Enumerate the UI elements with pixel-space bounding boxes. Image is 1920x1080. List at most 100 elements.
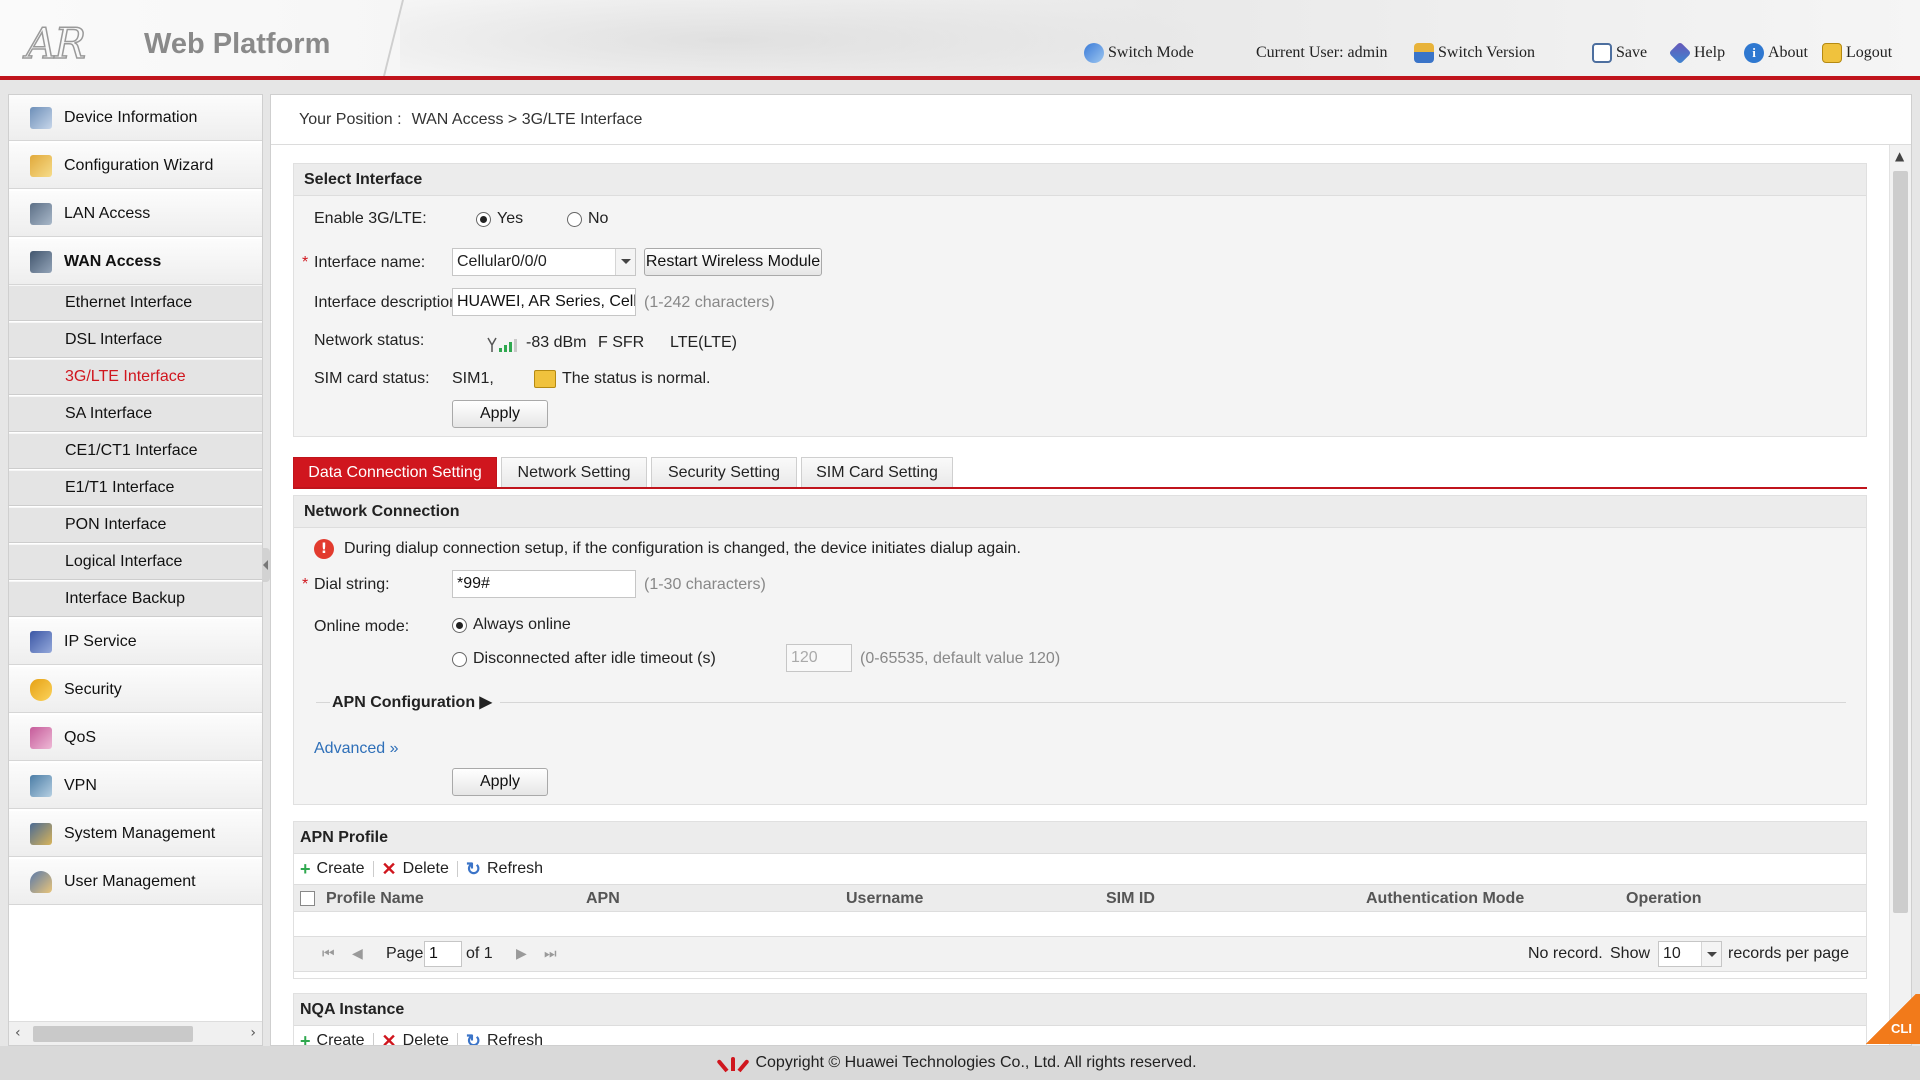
restart-wireless-module-button[interactable]: Restart Wireless Module — [644, 248, 822, 276]
scrollbar-thumb[interactable] — [1893, 171, 1908, 913]
sidebar-item-qos[interactable]: QoS — [9, 715, 262, 761]
divider — [316, 702, 330, 703]
records-per-page-value: 10 — [1663, 945, 1681, 962]
cli-button[interactable]: CLI — [1866, 994, 1920, 1044]
previous-page-icon[interactable]: ◀ — [352, 945, 363, 962]
sidebar-collapse-handle[interactable] — [262, 548, 270, 582]
refresh-button[interactable]: ↻ Refresh — [466, 1031, 543, 1046]
switch-mode-button[interactable]: Switch Mode — [1084, 42, 1194, 64]
apply-button[interactable]: Apply — [452, 768, 548, 796]
sidebar-item-vpn[interactable]: VPN — [9, 763, 262, 809]
about-label: About — [1768, 44, 1808, 61]
create-label: Create — [316, 1032, 365, 1046]
delete-button[interactable]: ✕ Delete — [382, 859, 449, 880]
panel-title: Select Interface — [294, 164, 1866, 196]
page-number-input[interactable]: 1 — [424, 941, 462, 967]
column-header-profile-name[interactable]: Profile Name — [326, 885, 424, 913]
last-page-icon[interactable]: ⏭ — [544, 945, 557, 962]
records-per-page-select[interactable]: 10 — [1658, 941, 1722, 967]
switch-version-button[interactable]: Switch Version — [1414, 42, 1535, 64]
sidebar-item-lan-access[interactable]: LAN Access — [9, 191, 262, 237]
column-header-username[interactable]: Username — [846, 885, 923, 913]
column-header-authentication-mode[interactable]: Authentication Mode — [1366, 885, 1524, 913]
tab-network-setting[interactable]: Network Setting — [501, 457, 647, 487]
scroll-left-icon[interactable]: ‹ — [15, 1025, 21, 1041]
sidebar-item-security[interactable]: Security — [9, 667, 262, 713]
sidebar-subitem-logical-interface[interactable]: Logical Interface — [9, 544, 262, 580]
network-connection-panel: Network Connection ! During dialup conne… — [293, 495, 1867, 805]
interface-description-label: Interface description: — [314, 294, 463, 311]
interface-name-select[interactable]: Cellular0/0/0 — [452, 248, 636, 276]
column-header-apn[interactable]: APN — [586, 885, 620, 913]
dial-string-input[interactable]: *99# — [452, 570, 636, 598]
select-interface-panel: Select Interface Enable 3G/LTE: Yes No *… — [293, 163, 1867, 437]
sidebar-item-system-management[interactable]: System Management — [9, 811, 262, 857]
idle-timeout-input[interactable]: 120 — [786, 644, 852, 672]
apn-configuration-toggle[interactable]: APN Configuration ▶ — [332, 692, 492, 712]
refresh-button[interactable]: ↻ Refresh — [466, 859, 543, 880]
advanced-link[interactable]: Advanced » — [314, 740, 399, 758]
tab-security-setting[interactable]: Security Setting — [651, 457, 797, 487]
sidebar-item-label: Device Information — [64, 108, 198, 126]
disconnect-after-timeout-radio[interactable]: Disconnected after idle timeout (s) — [452, 650, 716, 668]
sidebar-subitem-dsl-interface[interactable]: DSL Interface — [9, 322, 262, 358]
save-button[interactable]: Save — [1592, 42, 1647, 64]
about-button[interactable]: i About — [1744, 42, 1808, 64]
logo: AR Web Platform — [25, 22, 330, 66]
first-page-icon[interactable]: ⏮ — [322, 945, 335, 962]
sidebar-subitem-interface-backup[interactable]: Interface Backup — [9, 581, 262, 617]
toolbar-separator — [372, 861, 374, 877]
sidebar-item-configuration-wizard[interactable]: Configuration Wizard — [9, 143, 262, 189]
help-button[interactable]: Help — [1668, 41, 1725, 65]
sidebar-subitem-ethernet-interface[interactable]: Ethernet Interface — [9, 285, 262, 321]
sidebar-item-wan-access[interactable]: WAN Access — [9, 239, 262, 285]
tab-data-connection-setting[interactable]: Data Connection Setting — [293, 457, 497, 487]
toolbar-separator — [372, 1033, 374, 1045]
always-online-radio[interactable]: Always online — [452, 616, 571, 634]
vertical-scrollbar[interactable]: ▲ — [1889, 145, 1911, 1045]
huawei-logo-icon — [716, 1055, 750, 1073]
page-total: of 1 — [466, 945, 493, 962]
sidebar-item-label: IP Service — [64, 632, 137, 650]
create-label: Create — [316, 860, 365, 877]
select-all-checkbox[interactable] — [300, 891, 315, 906]
system-icon — [30, 822, 52, 845]
scrollbar-thumb[interactable] — [33, 1026, 193, 1042]
enable-yes-radio[interactable]: Yes — [476, 210, 523, 228]
interface-name-value: Cellular0/0/0 — [457, 253, 547, 270]
delete-button[interactable]: ✕ Delete — [382, 1031, 449, 1046]
next-page-icon[interactable]: ▶ — [516, 945, 527, 962]
radio-checked-icon — [476, 211, 491, 227]
create-button[interactable]: + Create — [300, 859, 365, 880]
enable-no-radio[interactable]: No — [567, 210, 608, 228]
footer: Copyright © Huawei Technologies Co., Ltd… — [0, 1046, 1920, 1080]
create-button[interactable]: + Create — [300, 1031, 365, 1046]
apn-toolbar: + Create ✕ Delete ↻ Refresh — [300, 856, 543, 882]
panel-title: NQA Instance — [294, 994, 1866, 1026]
sidebar-item-device-information[interactable]: Device Information — [9, 95, 262, 141]
copyright-text: Copyright © Huawei Technologies Co., Ltd… — [755, 1054, 1197, 1071]
apply-button[interactable]: Apply — [452, 400, 548, 428]
sidebar-subitem-label: SA Interface — [65, 405, 153, 422]
refresh-icon: ↻ — [465, 858, 481, 879]
sidebar-item-ip-service[interactable]: IP Service — [9, 619, 262, 665]
plus-icon: + — [300, 858, 311, 879]
scroll-right-icon[interactable]: › — [250, 1025, 256, 1041]
sidebar-item-user-management[interactable]: User Management — [9, 859, 262, 905]
column-header-sim-id[interactable]: SIM ID — [1106, 885, 1155, 913]
sidebar-item-label: System Management — [64, 824, 216, 842]
column-header-operation[interactable]: Operation — [1626, 885, 1702, 913]
sidebar-subitem-e1-t1-interface[interactable]: E1/T1 Interface — [9, 470, 262, 506]
sidebar-subitem-3g-lte-interface[interactable]: 3G/LTE Interface — [9, 359, 262, 395]
tab-sim-card-setting[interactable]: SIM Card Setting — [801, 457, 953, 487]
sidebar-subitem-pon-interface[interactable]: PON Interface — [9, 507, 262, 543]
sidebar-subitem-label: 3G/LTE Interface — [65, 368, 186, 385]
scroll-up-icon[interactable]: ▲ — [1895, 149, 1904, 163]
world-map-decoration — [400, 0, 1220, 76]
qos-icon — [30, 726, 52, 749]
logout-button[interactable]: Logout — [1822, 42, 1892, 64]
sidebar-subitem-ce1-ct1-interface[interactable]: CE1/CT1 Interface — [9, 433, 262, 469]
sidebar-horizontal-scrollbar[interactable]: ‹ › — [9, 1021, 262, 1045]
sidebar-subitem-sa-interface[interactable]: SA Interface — [9, 396, 262, 432]
interface-description-input[interactable]: HUAWEI, AR Series, Cellul — [452, 288, 636, 316]
